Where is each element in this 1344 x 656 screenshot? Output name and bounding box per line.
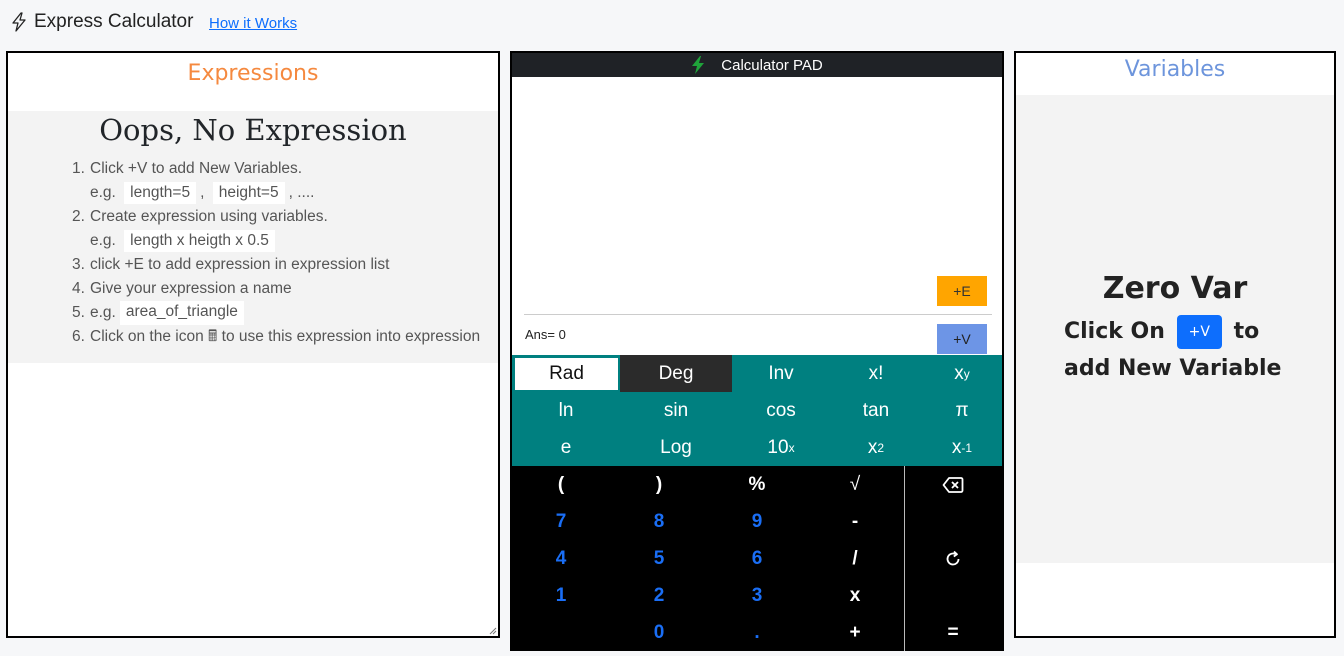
power-key[interactable]: xy <box>922 355 1002 392</box>
digit-7-key[interactable]: 7 <box>512 503 610 540</box>
how-it-works-link[interactable]: How it Works <box>209 15 297 32</box>
digit-6-key[interactable]: 6 <box>708 540 806 577</box>
answer-readout: Ans= 0 <box>525 327 566 342</box>
sqrt-key[interactable]: √ <box>806 466 904 503</box>
percent-key[interactable]: % <box>708 466 806 503</box>
variables-panel: Variables Zero Var Click On +V to add Ne… <box>1014 51 1336 638</box>
cos-key[interactable]: cos <box>732 392 830 429</box>
expressions-panel: Expressions Oops, No Expression 1. Click … <box>6 51 500 638</box>
e-key[interactable]: e <box>512 429 620 466</box>
display-divider <box>524 314 992 315</box>
resize-grip-icon[interactable] <box>489 627 497 635</box>
empty-key <box>904 577 1002 614</box>
list-item: e.g. length=5, height=5, .... <box>72 181 498 205</box>
example-code: area_of_triangle <box>119 301 244 325</box>
add-variable-hint: Click On +V to add New Variable <box>1064 313 1281 387</box>
example-code: height=5 <box>212 182 285 204</box>
sin-key[interactable]: sin <box>620 392 732 429</box>
empty-key <box>512 614 610 651</box>
calculator-display: +E Ans= 0 +V <box>512 77 1002 355</box>
lightning-icon <box>692 56 705 74</box>
instructions-list: 1. Click +V to add New Variables. e.g. le… <box>72 157 498 349</box>
deg-toggle[interactable]: Deg <box>620 355 732 392</box>
reciprocal-key[interactable]: x -1 <box>922 429 1002 466</box>
divide-key[interactable]: / <box>806 540 904 577</box>
digit-0-key[interactable]: 0 <box>610 614 708 651</box>
digit-5-key[interactable]: 5 <box>610 540 708 577</box>
example-code: length=5 <box>124 182 197 204</box>
digit-3-key[interactable]: 3 <box>708 577 806 614</box>
list-item: 1. Click +V to add New Variables. <box>72 160 303 177</box>
list-item: 4. Give your expression a name <box>72 280 292 297</box>
backspace-key[interactable] <box>904 466 1002 503</box>
variables-empty-state: Zero Var Click On +V to add New Variable <box>1016 95 1334 563</box>
app-title: Express Calculator <box>34 11 194 32</box>
plus-key[interactable]: + <box>806 614 904 651</box>
top-bar: Express Calculator How it Works <box>0 0 1344 48</box>
right-paren-key[interactable]: ) <box>610 466 708 503</box>
calculator-pad: Calculator PAD +E Ans= 0 +V Rad Deg Inv … <box>510 51 1004 651</box>
ln-key[interactable]: ln <box>512 392 620 429</box>
list-item: 2. Create expression using variables. <box>72 208 328 225</box>
equals-key[interactable]: = <box>904 614 1002 651</box>
minus-key[interactable]: - <box>806 503 904 540</box>
empty-key <box>904 503 1002 540</box>
reset-icon <box>946 550 960 565</box>
list-item: 3. click +E to add expression in expressi… <box>72 256 390 273</box>
keypad-divider <box>904 466 905 651</box>
add-variable-button[interactable]: +V <box>937 324 987 354</box>
square-key[interactable]: x2 <box>830 429 922 466</box>
decimal-key[interactable]: . <box>708 614 806 651</box>
multiply-key[interactable]: x <box>806 577 904 614</box>
pi-key[interactable]: π <box>922 392 1002 429</box>
digit-1-key[interactable]: 1 <box>512 577 610 614</box>
no-expression-heading: Oops, No Expression <box>99 113 407 147</box>
add-variable-badge[interactable]: +V <box>1176 315 1222 349</box>
brand: Express Calculator <box>10 11 193 33</box>
expressions-title: Expressions <box>187 61 319 86</box>
ten-power-key[interactable]: 10 x <box>732 429 830 466</box>
digit-2-key[interactable]: 2 <box>610 577 708 614</box>
list-item: 5. e.g. area_of_triangle <box>72 301 498 325</box>
digit-4-key[interactable]: 4 <box>512 540 610 577</box>
number-keys: ( ) % √ 7 8 9 - 4 5 6 / 1 2 3 x 0 . + = <box>512 466 1002 651</box>
expressions-empty-state: Oops, No Expression 1. Click +V to add Ne… <box>8 111 498 363</box>
example-code: length x heigth x 0.5 <box>124 230 275 252</box>
add-expression-button[interactable]: +E <box>937 276 987 306</box>
digit-8-key[interactable]: 8 <box>610 503 708 540</box>
digit-9-key[interactable]: 9 <box>708 503 806 540</box>
log-key[interactable]: Log <box>620 429 732 466</box>
scientific-keys: Rad Deg Inv x! xy ln sin cos tan π e Log… <box>512 355 1002 466</box>
zero-var-heading: Zero Var <box>1102 271 1248 306</box>
calculator-header: Calculator PAD <box>512 53 1002 77</box>
rad-toggle[interactable]: Rad <box>513 356 620 392</box>
backspace-icon <box>942 476 964 493</box>
tan-key[interactable]: tan <box>830 392 922 429</box>
factorial-key[interactable]: x! <box>830 355 922 392</box>
variables-title: Variables <box>1124 57 1226 82</box>
left-paren-key[interactable]: ( <box>512 466 610 503</box>
list-item: 6. Click on the icon 🖩 to use this expres… <box>72 328 481 345</box>
lightning-icon <box>12 12 26 32</box>
calculator-title: Calculator PAD <box>721 56 823 74</box>
reset-key[interactable] <box>904 540 1002 577</box>
inv-key[interactable]: Inv <box>732 355 830 392</box>
list-item: e.g. length x heigth x 0.5 <box>72 229 498 253</box>
